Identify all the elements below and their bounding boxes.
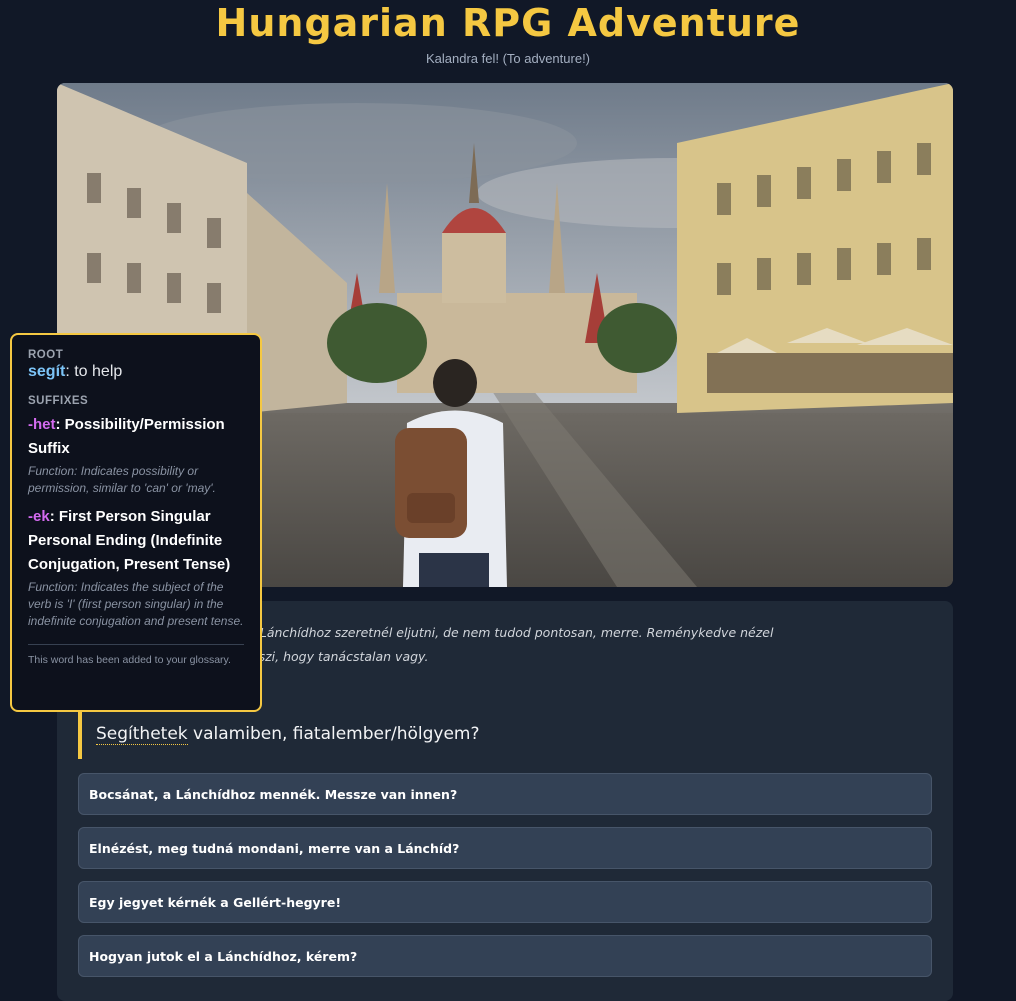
suffix-title: -ek: First Person Singular Personal Endi…: [28, 505, 244, 577]
dialogue-rest: valamiben, fiatalember/hölgyem?: [187, 724, 480, 744]
npc-dialogue: Segíthetek valamiben, fiatalember/hölgye…: [78, 709, 918, 759]
choice-button[interactable]: Elnézést, meg tudná mondani, merre van a…: [78, 827, 932, 869]
tooltip-divider: [28, 644, 244, 645]
root-entry: segít: to help: [28, 363, 244, 381]
glossary-notice: This word has been added to your glossar…: [28, 654, 231, 666]
suffix-function: Function: Indicates the subject of the v…: [28, 580, 244, 628]
suffix-name: : Possibility/Permission Suffix: [28, 416, 225, 457]
suffix-function: Function: Indicates possibility or permi…: [28, 464, 216, 495]
choice-button[interactable]: Bocsánat, a Lánchídhoz mennék. Messze va…: [78, 773, 932, 815]
word-breakdown-tooltip: ROOT segít: to help SUFFIXES -het: Possi…: [10, 333, 262, 712]
root-word: segít: [28, 363, 66, 380]
suffix-title: -het: Possibility/Permission Suffix: [28, 413, 244, 461]
suffix-marker: -het: [28, 416, 56, 433]
suffix-marker: -ek: [28, 508, 50, 525]
choice-button[interactable]: Egy jegyet kérnék a Gellért-hegyre!: [78, 881, 932, 923]
suffixes-heading: SUFFIXES: [28, 395, 89, 407]
suffix-name: : First Person Singular Personal Ending …: [28, 508, 231, 573]
root-heading: ROOT: [28, 349, 64, 361]
choice-list: Bocsánat, a Lánchídhoz mennék. Messze va…: [78, 773, 932, 989]
root-meaning: : to help: [65, 363, 123, 380]
glossary-word-segithetek[interactable]: Segíthetek: [96, 724, 188, 745]
page-title: Hungarian RPG Adventure: [215, 1, 801, 45]
choice-button[interactable]: Hogyan jutok el a Lánchídhoz, kérem?: [78, 935, 932, 977]
page-subtitle: Kalandra fel! (To adventure!): [425, 51, 591, 66]
